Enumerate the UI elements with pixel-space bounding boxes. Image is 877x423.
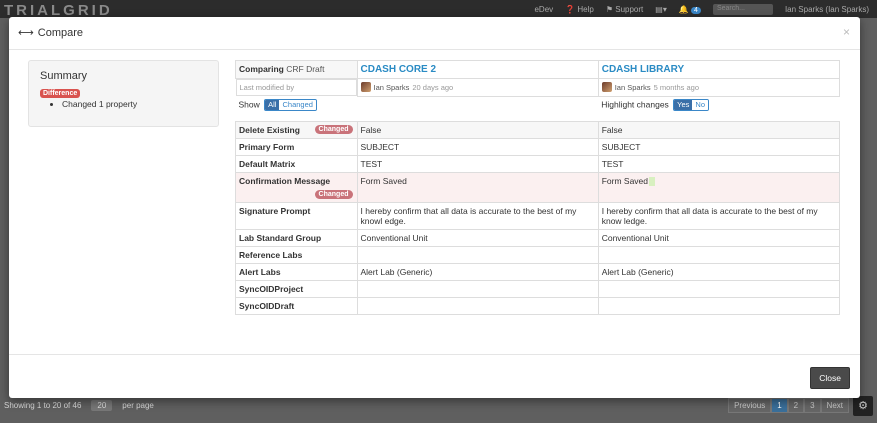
nav-env[interactable]: eDev [534,5,553,14]
table-row: Signature Prompt I hereby confirm that a… [235,201,841,230]
property-name: SyncOIDProject [235,279,358,298]
left-value: TEST [356,154,599,173]
right-value [597,296,841,315]
highlight-changes: Highlight changes Yes No [598,96,839,121]
left-value [356,245,599,264]
user-menu[interactable]: Ian Sparks (Ian Sparks) [785,5,869,14]
show-all-button[interactable]: All [265,99,280,110]
summary-list: Changed 1 property [62,99,207,109]
comparing-cell: Comparing CRF Draft [235,60,358,79]
per-page-select[interactable]: 20 [91,400,113,411]
left-version-header: CDASH CORE 2 [356,60,599,79]
per-page-label: per page [122,401,154,410]
right-value: Alert Lab (Generic) [597,262,841,281]
close-button[interactable]: Close [810,367,850,389]
right-value: Form Saved [597,171,841,203]
right-value: SUBJECT [597,137,841,156]
difference-label: Difference [40,89,81,98]
property-name: Reference Labs [235,245,358,264]
avatar [360,82,371,92]
support-icon: ⚑ [605,5,613,14]
changed-badge: Changed [314,189,353,199]
pager-page-3[interactable]: 3 [804,398,821,413]
summary-title: Summary [40,70,88,82]
left-value: False [356,120,599,139]
last-modified-label: Last modified by [235,79,357,96]
notification-count: 4 [691,7,701,14]
summary-item: Changed 1 property [62,99,207,109]
property-name: Signature Prompt [235,201,358,230]
modal-header: ⟷ Compare × [9,17,860,50]
compare-modal: ⟷ Compare × Summary Difference Changed 1… [9,17,860,398]
left-value: Form Saved [356,171,599,203]
right-modified: Ian Sparks 5 months ago [597,78,841,97]
table-row: Confirmation Message Changed Form Saved F… [235,171,841,203]
highlight-no-button[interactable]: No [692,99,709,110]
left-value: Conventional Unit [356,228,599,247]
right-version-header: CDASH LIBRARY [597,60,841,79]
pager-next[interactable]: Next [820,398,849,413]
left-version-title[interactable]: CDASH CORE 2 [361,64,437,75]
avatar [601,82,612,92]
show-filter: Show All Changed [236,96,599,121]
table-footer: Showing 1 to 20 of 46 20 per page [4,400,154,411]
modal-title: ⟷ Compare [18,26,84,40]
search-input[interactable]: Search... [712,4,773,15]
show-changed-button[interactable]: Changed [279,99,316,110]
property-name: SyncOIDDraft [235,296,358,315]
notifications[interactable]: 🔔 4 [679,5,701,14]
property-name: Default Matrix [235,154,358,173]
highlight-yes-button[interactable]: Yes [674,99,693,110]
pagination: Previous 1 2 3 Next [728,398,849,413]
close-icon[interactable]: × [843,25,850,39]
right-value [597,279,841,298]
table-row: Reference Labs [235,245,841,264]
left-value: Alert Lab (Generic) [356,262,599,281]
compare-table: Comparing CRF Draft CDASH CORE 2 CDASH L… [235,60,841,315]
show-toggle: All Changed [264,98,317,111]
left-value [356,279,599,298]
left-value: SUBJECT [356,137,599,156]
pager-page-1[interactable]: 1 [771,398,788,413]
changed-badge: Changed [314,124,353,134]
property-name: Delete Existing Changed [235,120,358,139]
highlight-toggle: Yes No [673,98,710,111]
left-value: I hereby confirm that all data is accura… [356,201,599,230]
gear-icon[interactable]: ⚙ [853,396,873,416]
compare-arrows-icon: ⟷ [18,27,34,39]
left-modified: Ian Sparks 20 days ago [356,78,599,97]
bell-icon: 🔔 [678,5,689,14]
property-name: Lab Standard Group [235,228,358,247]
table-row: Alert Labs Alert Lab (Generic) Alert Lab… [235,262,841,281]
table-row: Primary Form SUBJECT SUBJECT [235,137,841,156]
nav-support[interactable]: ⚑ Support [606,5,643,14]
right-value: I hereby confirm that all data is accura… [597,201,841,230]
table-row: Delete Existing Changed False False [235,120,841,139]
property-name: Confirmation Message Changed [235,171,358,203]
right-value: Conventional Unit [597,228,841,247]
right-value [597,245,841,264]
right-version-title[interactable]: CDASH LIBRARY [602,64,684,75]
nav-help[interactable]: ❓ Help [565,5,594,14]
pager-previous[interactable]: Previous [728,398,772,413]
left-value [356,296,599,315]
showing-count: Showing 1 to 20 of 46 [4,401,82,410]
table-row: Default Matrix TEST TEST [235,154,841,173]
top-nav-links: eDev ❓ Help ⚑ Support ▤▾ 🔔 4 Search... I… [534,4,869,15]
change-highlight [649,176,656,186]
table-row: Lab Standard Group Conventional Unit Con… [235,228,841,247]
right-value: TEST [597,154,841,173]
help-icon: ❓ [565,5,576,14]
top-navbar: TRIALGRID eDev ❓ Help ⚑ Support ▤▾ 🔔 4 S… [0,0,877,19]
pager-page-2[interactable]: 2 [787,398,805,413]
table-row: SyncOIDDraft [235,296,841,315]
property-name: Alert Labs [235,262,358,281]
property-name: Primary Form [235,137,358,156]
right-value: False [597,120,841,139]
table-row: SyncOIDProject [235,279,841,298]
modal-footer: Close [9,354,860,398]
summary-panel: Summary Difference Changed 1 property [28,60,219,127]
nav-menu-icon[interactable]: ▤▾ [655,5,667,14]
